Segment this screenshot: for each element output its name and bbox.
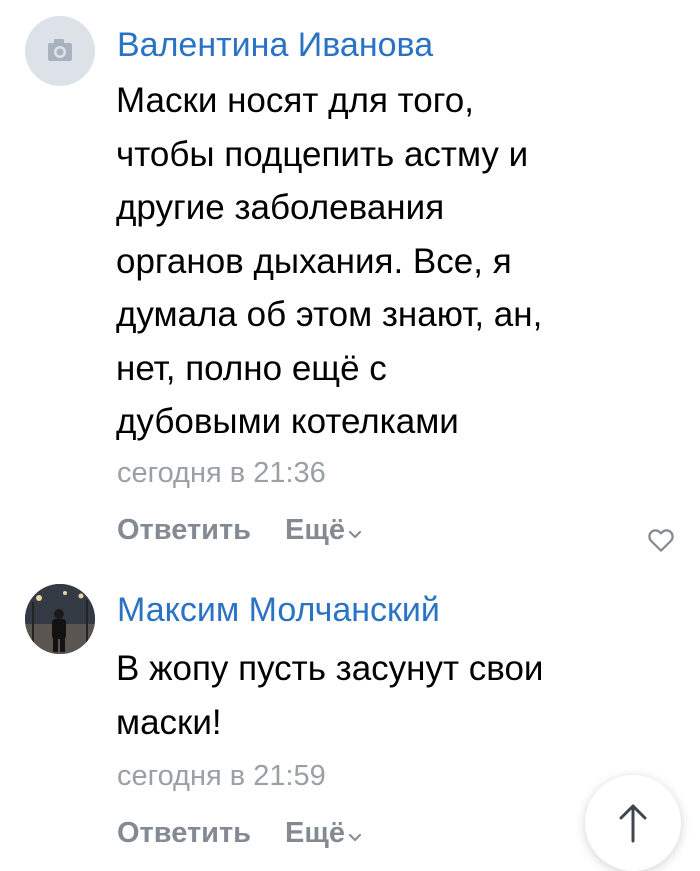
comment-actions: Ответить Ещё [117,813,361,853]
comment-text-line: В жопу пусть засунут свои [116,649,544,688]
comment-timestamp: сегодня в 21:36 [117,457,326,489]
reply-button[interactable]: Ответить [117,512,251,548]
comment-author[interactable]: Валентина Иванова [117,25,433,65]
comment-text-line: дубовыми котелками [116,402,459,441]
comment-text: Маски носят для того, чтобы подцепить ас… [116,74,686,449]
arrow-up-icon [619,804,647,843]
chevron-down-icon [348,834,361,841]
comment-actions: Ответить Ещё [117,510,361,550]
heart-outline-icon[interactable] [646,525,676,555]
comment-text-line: органов дыхания. Все, я [116,241,512,281]
more-button[interactable]: Ещё [285,512,361,548]
chevron-down-icon [348,531,361,538]
comment-text-line: думала об этом знают, ан, [116,295,543,334]
reply-button[interactable]: Ответить [117,815,251,851]
comment-timestamp: сегодня в 21:59 [117,760,326,792]
comment-text-line: маски! [116,702,222,742]
camera-placeholder-icon [48,39,72,61]
comment-text-line: нет, полно ещё с [116,348,387,388]
comment-text: В жопу пусть засунут свои маски! [116,642,686,749]
avatar[interactable] [25,584,95,654]
more-button-label: Ещё [285,514,345,546]
avatar[interactable] [25,16,95,86]
more-button[interactable]: Ещё [285,815,361,851]
comment-text-line: другие заболевания [116,188,445,227]
scroll-to-top-button[interactable] [585,775,681,871]
comment-author[interactable]: Максим Молчанский [117,590,440,630]
user-photo-avatar [25,584,95,654]
comment-text-line: Маски носят для того, [116,81,474,120]
more-button-label: Ещё [285,817,345,849]
comment-text-line: чтобы подцепить астму и [116,134,529,174]
comment-item: Валентина Иванова Маски носят для того, … [0,0,700,560]
